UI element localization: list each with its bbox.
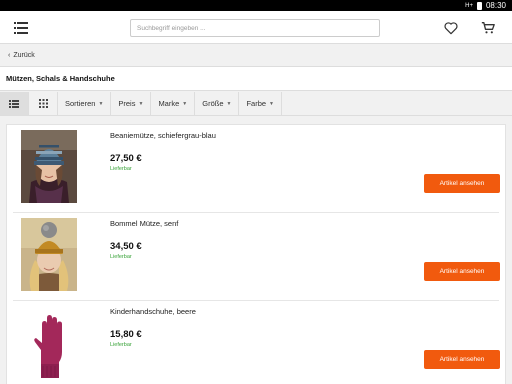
product-item: Bommel Mütze, senf 34,50 € Lieferbar Art… xyxy=(7,213,505,301)
chevron-down-icon: ▼ xyxy=(226,100,232,107)
view-article-button[interactable]: Artikel ansehen xyxy=(424,350,500,369)
chevron-left-icon: ‹ xyxy=(8,52,11,59)
product-image-glove[interactable] xyxy=(21,306,77,379)
back-link[interactable]: ‹ Zurück xyxy=(0,45,512,67)
list-view-icon xyxy=(9,99,19,108)
filter-sort-label: Sortieren xyxy=(65,99,96,108)
product-name[interactable]: Bommel Mütze, senf xyxy=(110,219,178,228)
availability-label: Lieferbar xyxy=(110,166,132,172)
chevron-down-icon: ▼ xyxy=(182,100,188,107)
view-article-button[interactable]: Artikel ansehen xyxy=(424,262,500,281)
page-title: Mützen, Schals & Handschuhe xyxy=(6,74,115,83)
product-price: 15,80 € xyxy=(110,329,142,340)
chevron-down-icon: ▼ xyxy=(98,100,104,107)
wishlist-button[interactable] xyxy=(443,20,459,36)
product-price: 27,50 € xyxy=(110,153,142,164)
filter-bar: Sortieren ▼ Preis ▼ Marke ▼ Größe ▼ Farbe ▼ xyxy=(0,92,512,116)
heart-icon xyxy=(444,22,458,35)
filter-sort[interactable]: Sortieren ▼ xyxy=(58,92,112,115)
filter-price-label: Preis xyxy=(118,99,136,108)
cart-icon xyxy=(481,22,495,34)
list-view-button[interactable] xyxy=(0,92,29,115)
signal-indicator: H+ xyxy=(465,2,473,9)
filter-size-label: Größe xyxy=(202,99,224,108)
product-name[interactable]: Beaniemütze, schiefergrau-blau xyxy=(110,131,216,140)
filter-price[interactable]: Preis ▼ xyxy=(111,92,152,115)
back-label: Zurück xyxy=(13,52,35,59)
chevron-down-icon: ▼ xyxy=(138,100,144,107)
view-article-button[interactable]: Artikel ansehen xyxy=(424,174,500,193)
grid-view-button[interactable] xyxy=(29,92,58,115)
app-header xyxy=(0,11,512,44)
chevron-down-icon: ▼ xyxy=(269,100,274,107)
product-image-bobble-hat[interactable] xyxy=(21,218,77,291)
filter-color-label: Farbe xyxy=(246,99,267,108)
category-title-bar: Mützen, Schals & Handschuhe xyxy=(0,67,512,91)
product-item: Beaniemütze, schiefergrau-blau 27,50 € L… xyxy=(7,125,505,213)
availability-label: Lieferbar xyxy=(110,342,132,348)
filter-color[interactable]: Farbe ▼ xyxy=(239,92,282,115)
clock: 08:30 xyxy=(485,1,506,10)
status-bar: H+ 08:30 xyxy=(0,0,512,11)
filter-brand[interactable]: Marke ▼ xyxy=(151,92,196,115)
menu-button[interactable] xyxy=(14,22,28,34)
product-name[interactable]: Kinderhandschuhe, beere xyxy=(110,307,196,316)
grid-view-icon xyxy=(38,99,48,108)
availability-label: Lieferbar xyxy=(110,254,132,260)
product-image-beanie[interactable] xyxy=(21,130,77,203)
cart-button[interactable] xyxy=(480,20,497,36)
filter-size[interactable]: Größe ▼ xyxy=(195,92,240,115)
product-list: Beaniemütze, schiefergrau-blau 27,50 € L… xyxy=(6,124,506,384)
battery-icon xyxy=(476,1,482,10)
product-price: 34,50 € xyxy=(110,241,142,252)
filter-brand-label: Marke xyxy=(158,99,180,108)
search-input[interactable] xyxy=(130,19,380,37)
product-item: Kinderhandschuhe, beere 15,80 € Lieferba… xyxy=(7,301,505,384)
